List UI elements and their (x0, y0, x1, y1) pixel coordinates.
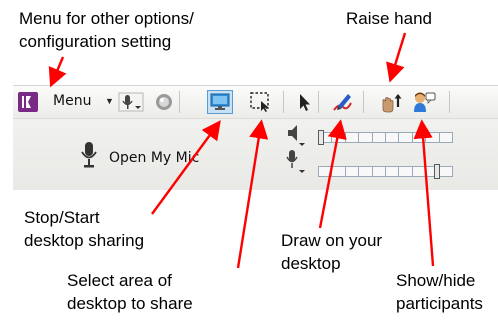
open-mic-button[interactable]: Open My Mic (109, 150, 199, 166)
microphone-dropdown-icon[interactable] (117, 91, 145, 113)
mic-level-dropdown-icon[interactable] (286, 150, 308, 181)
draw-pen-icon[interactable] (331, 91, 353, 113)
speaker-dropdown-icon[interactable] (286, 123, 308, 152)
select-area-callout: Select area of desktop to share (67, 269, 193, 315)
participants-icon[interactable] (411, 91, 437, 113)
menu-callout-line2: configuration setting (19, 32, 172, 51)
select-area-callout-line2: desktop to share (67, 294, 193, 313)
select-area-callout-line1: Select area of (67, 271, 172, 290)
toolbar-divider (283, 91, 284, 113)
menu-callout: Menu for other options/ configuration se… (19, 7, 194, 53)
raise-hand-callout: Raise hand (346, 9, 433, 28)
toolbar-divider (449, 91, 450, 113)
app-menu-icon[interactable] (17, 91, 39, 113)
toolbar-divider (318, 91, 319, 113)
participants-callout-line1: Show/hide (396, 271, 476, 290)
desktop-sharing-callout: Stop/Start desktop sharing (24, 206, 144, 252)
speaker-volume-thumb[interactable] (318, 130, 324, 145)
pointer-icon[interactable] (293, 91, 315, 113)
speaker-volume-slider[interactable] (318, 132, 453, 143)
draw-callout-line2: desktop (281, 254, 341, 273)
participants-callout-line2: participants (396, 294, 483, 313)
menu-arrow (48, 56, 67, 88)
open-mic-icon[interactable] (81, 142, 97, 173)
mic-volume-slider[interactable] (318, 166, 453, 177)
webcam-icon[interactable] (153, 91, 175, 113)
toolbar-top-row: Menu ▼ (13, 86, 498, 119)
toolbar-divider (179, 91, 180, 113)
desktop-sharing-callout-line2: desktop sharing (24, 231, 145, 250)
raise-hand-arrow (386, 32, 407, 83)
desktop-sharing-button[interactable] (207, 90, 233, 114)
raise-hand-icon[interactable] (377, 91, 405, 113)
toolbar-divider (363, 91, 364, 113)
menu-callout-line1: Menu for other options/ (19, 9, 194, 28)
participants-callout: Show/hide participants (396, 269, 483, 315)
select-area-icon[interactable] (249, 91, 271, 113)
mic-volume-thumb[interactable] (434, 164, 440, 179)
draw-callout-line1: Draw on your (281, 231, 383, 250)
menu-button[interactable]: Menu (53, 93, 91, 109)
draw-callout: Draw on your desktop (281, 229, 382, 275)
meeting-toolbar: Menu ▼ Open My Mic (13, 85, 498, 190)
desktop-sharing-callout-line1: Stop/Start (24, 208, 100, 227)
menu-dropdown-caret-icon[interactable]: ▼ (105, 96, 114, 106)
